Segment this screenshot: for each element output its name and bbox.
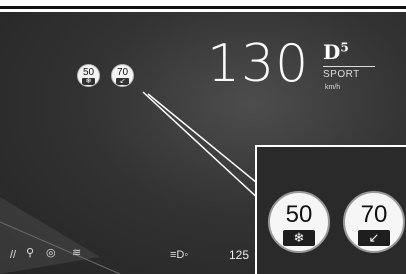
speed-value: 130 (207, 34, 310, 94)
snowflake-icon: ❄ (283, 230, 315, 246)
speed-limit-sign-large-2: 70 ↙ (343, 191, 405, 253)
speed-limit-value: 50 (82, 67, 95, 78)
arrow-down-left-icon: ↙ (358, 230, 390, 246)
speed-limit-value: 50 (285, 201, 313, 228)
arrow-down-left-icon: ↙ (116, 78, 129, 85)
gear-indicator: D5 (323, 40, 349, 64)
speed-limit-sign-large-1: 50 ❄ (268, 191, 330, 253)
speed-limit-value: 70 (116, 67, 129, 78)
tire-pressure-icon: ⚲ (26, 247, 35, 259)
steering-assist-icon: ◎ (46, 247, 56, 259)
gear-number: 5 (340, 40, 349, 55)
drive-mode-label: SPORT (323, 66, 375, 80)
fog-light-icon: // (10, 249, 17, 261)
speed-limit-detail-inset: 50 ❄ 70 ↙ (255, 145, 406, 274)
top-rule (0, 6, 406, 9)
lane-keep-icon: ≋ (72, 247, 82, 259)
odometer-value: 125 (229, 248, 250, 262)
gear-letter: D (323, 40, 341, 64)
speed-limit-sign-small-2: 70 ↙ (111, 64, 134, 87)
snowflake-icon: ❄ (82, 78, 95, 85)
speed-limit-sign-small-1: 50 ❄ (77, 64, 100, 87)
speed-unit-label: km/h (325, 84, 341, 91)
speed-limit-value: 70 (360, 201, 388, 228)
speed-readout: 130 D5 SPORT km/h (207, 34, 387, 104)
parking-light-icon: ≡D◦ (170, 249, 189, 261)
